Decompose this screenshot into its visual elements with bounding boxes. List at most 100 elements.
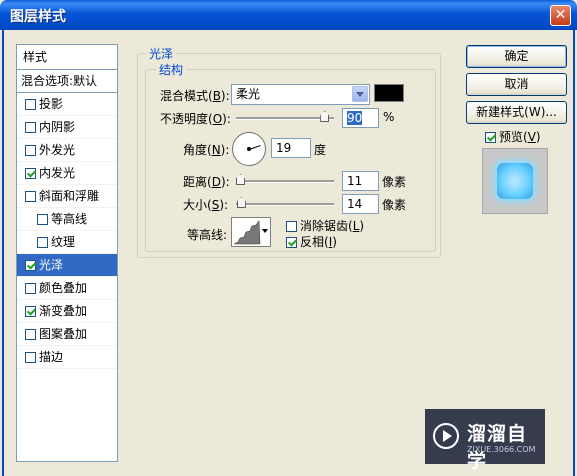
invert-check-icon (286, 237, 297, 248)
style-item-checkbox[interactable] (25, 99, 36, 110)
structure-group-title: 结构 (156, 61, 187, 78)
distance-value: 11 (347, 174, 363, 188)
invert-label-end: ) (332, 235, 337, 249)
angle-label: 角度(N): (183, 141, 229, 158)
opacity-input[interactable]: 90 (342, 108, 379, 128)
style-item-checkbox[interactable] (37, 214, 48, 225)
preview-label: 预览( (499, 130, 528, 144)
style-item[interactable]: 颜色叠加 (17, 277, 117, 300)
style-item-label: 颜色叠加 (39, 281, 88, 295)
anti-alias-checkbox[interactable]: 消除锯齿(L) (286, 217, 364, 234)
anti-alias-label: 消除锯齿( (300, 219, 353, 233)
watermark-subtitle: ZIXUE.3066.COM (467, 445, 536, 454)
window-title: 图层样式 (10, 9, 66, 25)
satin-group-title: 光泽 (146, 45, 177, 62)
contour-label: 等高线: (187, 228, 228, 242)
opacity-slider-track[interactable] (236, 117, 334, 120)
close-icon: ✕ (554, 7, 567, 23)
style-item-label: 渐变叠加 (39, 304, 88, 318)
style-item-checkbox[interactable] (37, 237, 48, 248)
preview-checkbox[interactable]: 预览(V) (485, 128, 541, 145)
preview-label-end: ) (535, 130, 541, 144)
style-item[interactable]: 投影 (17, 93, 117, 116)
style-item-checkbox[interactable] (25, 191, 36, 202)
styles-list-header[interactable]: 样式 (17, 45, 117, 70)
play-icon (433, 423, 459, 449)
angle-value: 19 (276, 141, 292, 155)
style-item-checkbox[interactable] (25, 145, 36, 156)
size-label-text: 大小( (183, 198, 212, 212)
contour-dropdown-icon[interactable] (262, 229, 268, 236)
style-item-label: 投影 (39, 97, 64, 111)
invert-checkbox[interactable]: 反相(I) (286, 233, 337, 250)
angle-unit: 度 (314, 143, 327, 157)
watermark: 溜溜自学 ZIXUE.3066.COM (425, 409, 545, 472)
anti-alias-label-end: ) (359, 219, 365, 233)
new-style-button[interactable]: 新建样式(W)... (466, 101, 567, 124)
style-item-checkbox[interactable] (25, 260, 36, 271)
style-item[interactable]: 内阴影 (17, 116, 117, 139)
opacity-value: 90 (347, 111, 363, 125)
blend-mode-value: 柔光 (236, 87, 261, 101)
style-item[interactable]: 外发光 (17, 139, 117, 162)
blending-options-item[interactable]: 混合选项:默认 (17, 70, 117, 93)
style-item-label: 外发光 (39, 143, 76, 157)
size-label: 大小(S): (183, 196, 228, 213)
close-button[interactable]: ✕ (550, 5, 571, 26)
size-slider-track[interactable] (236, 203, 334, 206)
invert-label: 反相( (300, 235, 329, 249)
blend-mode-label-text: 混合模式( (160, 89, 213, 103)
preview-key: V (527, 130, 536, 144)
style-item[interactable]: 图案叠加 (17, 323, 117, 346)
cancel-button[interactable]: 取消 (466, 73, 567, 96)
blend-mode-label: 混合模式(B): (160, 87, 230, 104)
style-item[interactable]: 描边 (17, 346, 117, 369)
angle-dial[interactable] (232, 132, 266, 166)
anti-alias-check-icon (286, 221, 297, 232)
opacity-label-text: 不透明度( (160, 112, 213, 126)
style-preview (482, 148, 548, 214)
blend-mode-label-end: ): (220, 89, 230, 103)
opacity-key: O (212, 112, 223, 126)
style-item-checkbox[interactable] (25, 306, 36, 317)
style-item-checkbox[interactable] (25, 122, 36, 133)
style-item-checkbox[interactable] (25, 168, 36, 179)
opacity-unit: % (383, 110, 395, 124)
style-item-label: 描边 (39, 350, 64, 364)
style-item-checkbox[interactable] (25, 329, 36, 340)
angle-dial-hand (249, 145, 261, 150)
angle-input[interactable]: 19 (271, 138, 311, 158)
style-item-label: 光泽 (39, 258, 64, 272)
blend-mode-select[interactable]: 柔光 (231, 84, 370, 105)
distance-unit: 像素 (382, 175, 407, 189)
title-bar: 图层样式 ✕ (0, 0, 577, 30)
styles-list: 样式 混合选项:默认 投影内阴影外发光内发光斜面和浮雕等高线纹理光泽颜色叠加渐变… (16, 44, 118, 462)
chevron-down-icon[interactable] (352, 86, 368, 102)
style-item[interactable]: 内发光 (17, 162, 117, 185)
distance-key: D (211, 175, 221, 189)
style-item-label: 等高线 (51, 212, 88, 226)
style-item[interactable]: 渐变叠加 (17, 300, 117, 323)
size-label-end: ): (219, 198, 229, 212)
satin-color-swatch[interactable] (374, 84, 404, 102)
style-item[interactable]: 纹理 (17, 231, 117, 254)
style-item-checkbox[interactable] (25, 352, 36, 363)
preview-swatch (497, 163, 533, 199)
contour-curve-icon (233, 220, 261, 245)
style-item[interactable]: 等高线 (17, 208, 117, 231)
style-item-label: 斜面和浮雕 (39, 189, 100, 203)
style-item[interactable]: 光泽 (17, 254, 117, 277)
size-input[interactable]: 14 (342, 194, 379, 214)
size-unit: 像素 (382, 198, 407, 212)
opacity-label: 不透明度(O): (160, 110, 231, 127)
preview-check-icon (485, 132, 496, 143)
style-item-checkbox[interactable] (25, 283, 36, 294)
style-item-label: 纹理 (51, 235, 76, 249)
distance-slider-track[interactable] (236, 180, 334, 183)
angle-label-text: 角度( (183, 143, 212, 157)
style-item[interactable]: 斜面和浮雕 (17, 185, 117, 208)
ok-button[interactable]: 确定 (466, 45, 567, 68)
blend-mode-key: B (212, 89, 221, 103)
distance-input[interactable]: 11 (342, 171, 379, 191)
style-item-label: 内发光 (39, 166, 76, 180)
